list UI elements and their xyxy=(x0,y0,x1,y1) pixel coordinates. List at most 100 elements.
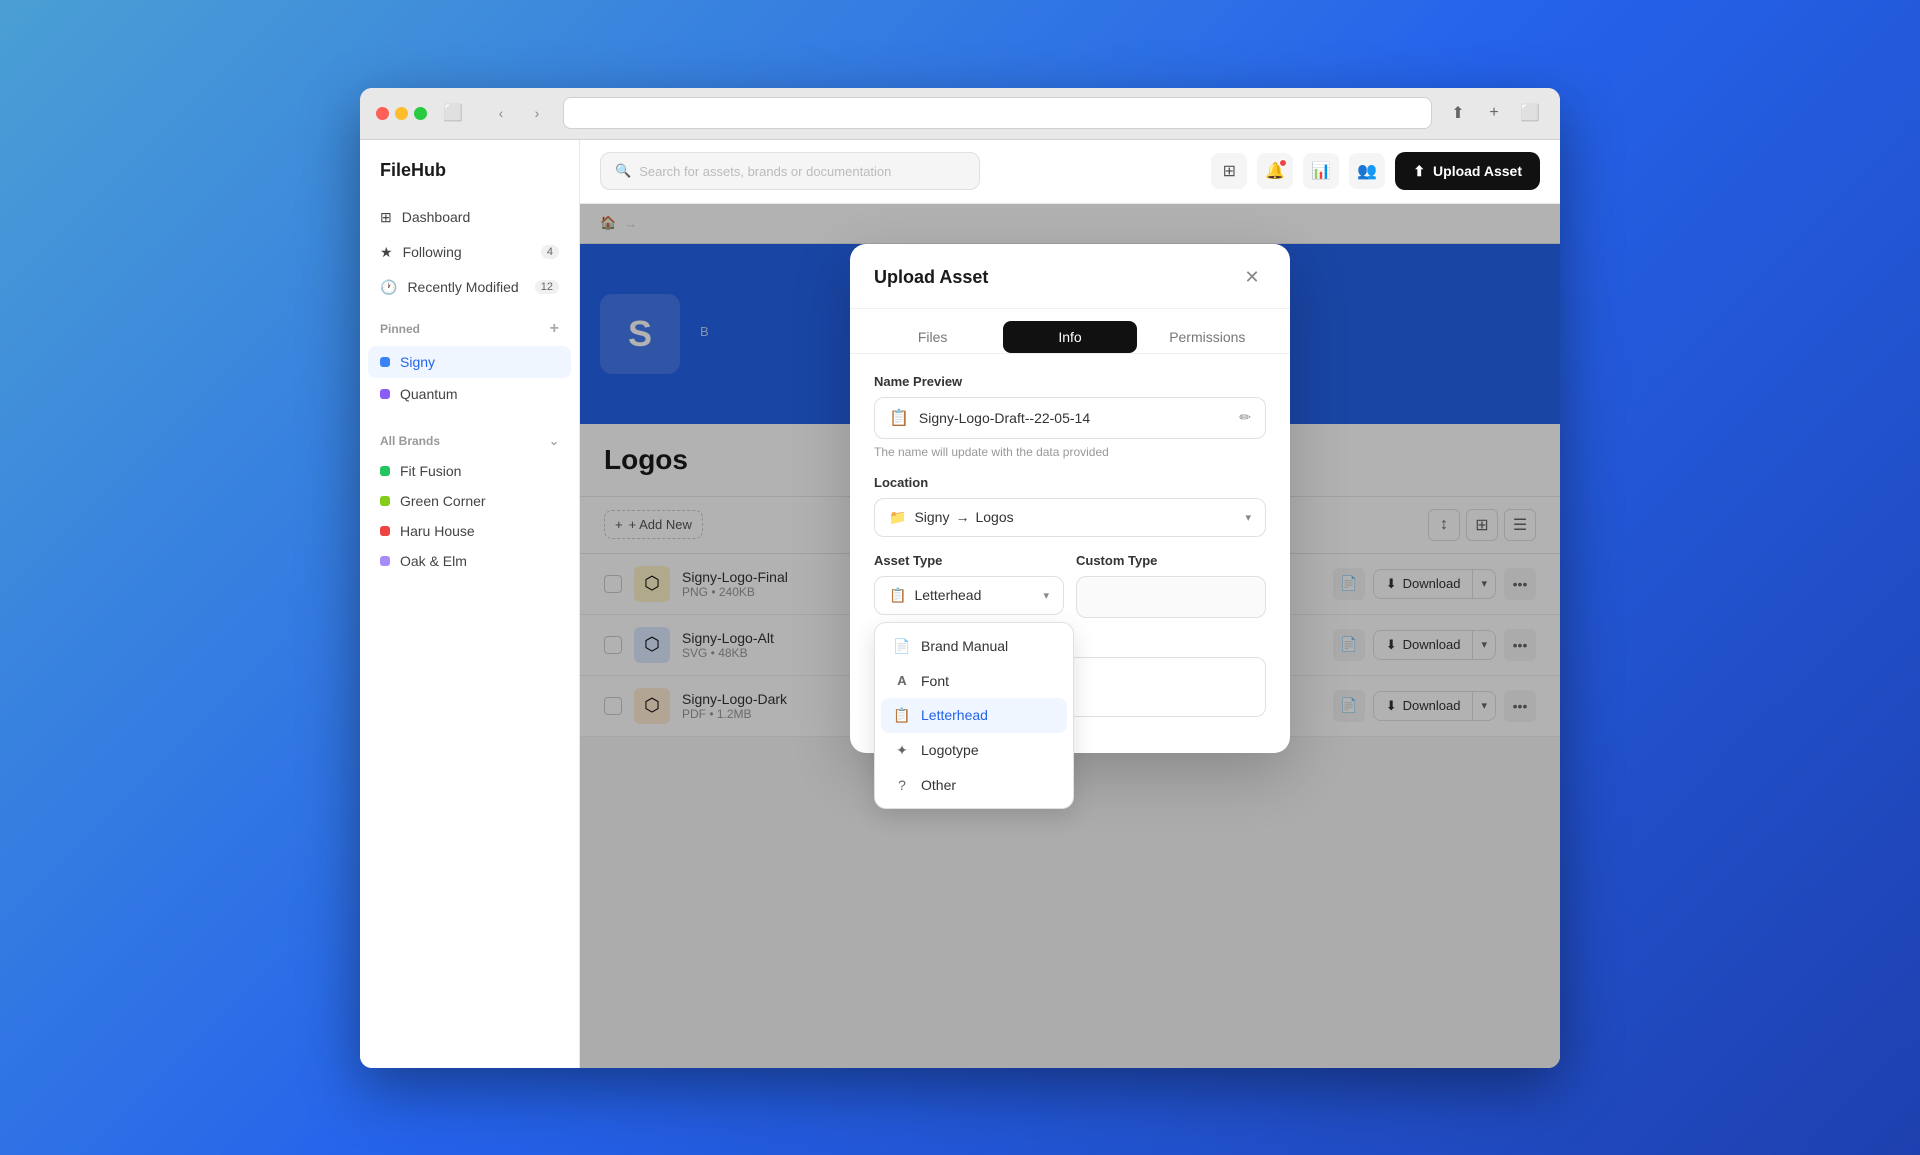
dropdown-item-letterhead[interactable]: 📋 Letterhead xyxy=(881,698,1067,733)
file-icon: 📋 xyxy=(889,408,909,428)
address-bar[interactable] xyxy=(563,97,1432,129)
modal-body: Name Preview 📋 Signy-Logo-Draft--22-05-1… xyxy=(850,354,1290,753)
metrics-button[interactable]: 📊 xyxy=(1303,153,1339,189)
sidebar-nav: ⊞ Dashboard ★ Following 4 🕐 Recently Mod… xyxy=(360,201,579,304)
sidebar-item-dashboard[interactable]: ⊞ Dashboard xyxy=(368,201,571,234)
type-chevron-icon: ▾ xyxy=(1043,589,1049,602)
sidebar-item-label: Dashboard xyxy=(402,209,471,225)
location-field[interactable]: 📁 Signy → Logos ▾ xyxy=(874,498,1266,537)
dropdown-item-label: Logotype xyxy=(921,742,979,758)
traffic-light-maximize[interactable] xyxy=(414,107,427,120)
windows-button[interactable]: ⬜ xyxy=(1516,99,1544,127)
sidebar-item-quantum[interactable]: Quantum xyxy=(368,378,571,410)
name-preview-field: 📋 Signy-Logo-Draft--22-05-14 ✏ xyxy=(874,397,1266,439)
name-preview-text: Signy-Logo-Draft--22-05-14 xyxy=(919,410,1229,426)
pinned-item-label: Quantum xyxy=(400,386,458,402)
sidebar-item-label: Following xyxy=(403,244,462,260)
browser-titlebar: ⬜ ‹ › ⬆ + ⬜ xyxy=(360,88,1560,140)
dropdown-item-brand-manual[interactable]: 📄 Brand Manual xyxy=(881,629,1067,664)
tab-info[interactable]: Info xyxy=(1003,321,1136,353)
brand-item-label: Green Corner xyxy=(400,493,486,509)
custom-type-field[interactable] xyxy=(1076,576,1266,618)
sidebar-item-signy[interactable]: Signy xyxy=(368,346,571,378)
sidebar-item-fit-fusion[interactable]: Fit Fusion xyxy=(360,456,579,486)
folder-icon: 📁 xyxy=(889,509,906,526)
recently-modified-badge: 12 xyxy=(535,280,559,294)
forward-button[interactable]: › xyxy=(523,99,551,127)
letterhead-item-icon: 📋 xyxy=(893,707,911,724)
modal-header: Upload Asset ✕ xyxy=(850,244,1290,309)
sidebar-item-recently-modified[interactable]: 🕐 Recently Modified 12 xyxy=(368,271,571,304)
modal-close-button[interactable]: ✕ xyxy=(1238,264,1266,292)
browser-actions: ⬆ + ⬜ xyxy=(1444,99,1544,127)
traffic-light-close[interactable] xyxy=(376,107,389,120)
modal-title: Upload Asset xyxy=(874,267,988,288)
browser-nav: ‹ › xyxy=(487,99,551,127)
location-arrow: → xyxy=(955,509,969,525)
search-placeholder: Search for assets, brands or documentati… xyxy=(639,164,891,179)
dropdown-item-logotype[interactable]: ✦ Logotype xyxy=(881,733,1067,768)
font-icon: A xyxy=(893,673,911,688)
traffic-light-minimize[interactable] xyxy=(395,107,408,120)
asset-type-label: Asset Type xyxy=(874,553,1064,568)
brand-manual-icon: 📄 xyxy=(893,638,911,655)
notification-dot xyxy=(1279,159,1287,167)
collapse-brands-icon[interactable]: ⌄ xyxy=(549,434,559,448)
brand-item-label: Fit Fusion xyxy=(400,463,461,479)
selected-asset-type: Letterhead xyxy=(914,587,1035,603)
signy-dot xyxy=(380,357,390,367)
location-chevron-icon: ▾ xyxy=(1245,511,1251,524)
upload-icon: ⬆ xyxy=(1413,163,1425,180)
asset-type-column: Asset Type 📋 Letterhead ▾ xyxy=(874,553,1064,618)
brand-item-label: Oak & Elm xyxy=(400,553,467,569)
app-main: 🔍 Search for assets, brands or documenta… xyxy=(580,140,1560,1068)
quantum-dot xyxy=(380,389,390,399)
dropdown-item-label: Brand Manual xyxy=(921,638,1008,654)
dropdown-item-other[interactable]: ? Other xyxy=(881,768,1067,802)
logotype-icon: ✦ xyxy=(893,742,911,759)
tab-files[interactable]: Files xyxy=(866,321,999,353)
sidebar-item-green-corner[interactable]: Green Corner xyxy=(360,486,579,516)
share-button[interactable]: ⬆ xyxy=(1444,99,1472,127)
new-tab-button[interactable]: + xyxy=(1480,99,1508,127)
app-sidebar: FileHub ⊞ Dashboard ★ Following 4 🕐 Rece… xyxy=(360,140,580,1068)
star-icon: ★ xyxy=(380,244,393,261)
grid-view-button[interactable]: ⊞ xyxy=(1211,153,1247,189)
asset-type-select[interactable]: 📋 Letterhead ▾ xyxy=(874,576,1064,615)
notifications-button[interactable]: 🔔 xyxy=(1257,153,1293,189)
letterhead-icon: 📋 xyxy=(889,587,906,604)
following-badge: 4 xyxy=(541,245,559,259)
sidebar-item-haru-house[interactable]: Haru House xyxy=(360,516,579,546)
location-path: Signy → Logos xyxy=(914,509,1237,525)
asset-type-dropdown: 📄 Brand Manual A Font 📋 xyxy=(874,622,1074,809)
search-bar[interactable]: 🔍 Search for assets, brands or documenta… xyxy=(600,152,980,190)
fit-fusion-dot xyxy=(380,466,390,476)
sidebar-item-following[interactable]: ★ Following 4 xyxy=(368,236,571,269)
tab-permissions[interactable]: Permissions xyxy=(1141,321,1274,353)
pinned-item-label: Signy xyxy=(400,354,435,370)
team-button[interactable]: 👥 xyxy=(1349,153,1385,189)
brand-item-label: Haru House xyxy=(400,523,475,539)
clock-icon: 🕐 xyxy=(380,279,397,296)
main-scroll: 🏠 → S B Logos + xyxy=(580,204,1560,1068)
dropdown-item-label: Font xyxy=(921,673,949,689)
upload-asset-button[interactable]: ⬆ Upload Asset xyxy=(1395,152,1540,190)
dropdown-item-label: Letterhead xyxy=(921,707,988,723)
sidebar-item-oak-elm[interactable]: Oak & Elm xyxy=(360,546,579,576)
modal-tabs: Files Info Permissions xyxy=(850,309,1290,354)
other-icon: ? xyxy=(893,777,911,793)
custom-type-label: Custom Type xyxy=(1076,553,1266,568)
back-button[interactable]: ‹ xyxy=(487,99,515,127)
dropdown-item-label: Other xyxy=(921,777,956,793)
add-pinned-button[interactable]: + xyxy=(550,320,559,338)
name-edit-button[interactable]: ✏ xyxy=(1239,409,1251,426)
sidebar-item-label: Recently Modified xyxy=(407,279,518,295)
dropdown-item-font[interactable]: A Font xyxy=(881,664,1067,698)
browser-window: ⬜ ‹ › ⬆ + ⬜ FileHub ⊞ Dashboard ★ Fo xyxy=(360,88,1560,1068)
app-topbar: 🔍 Search for assets, brands or documenta… xyxy=(580,140,1560,204)
custom-type-column: Custom Type xyxy=(1076,553,1266,618)
sidebar-toggle-icon[interactable]: ⬜ xyxy=(439,99,467,127)
asset-type-row: Asset Type 📋 Letterhead ▾ xyxy=(874,553,1266,618)
all-brands-section-label: All Brands ⌄ xyxy=(360,418,579,456)
pinned-section-label: Pinned + xyxy=(360,304,579,346)
